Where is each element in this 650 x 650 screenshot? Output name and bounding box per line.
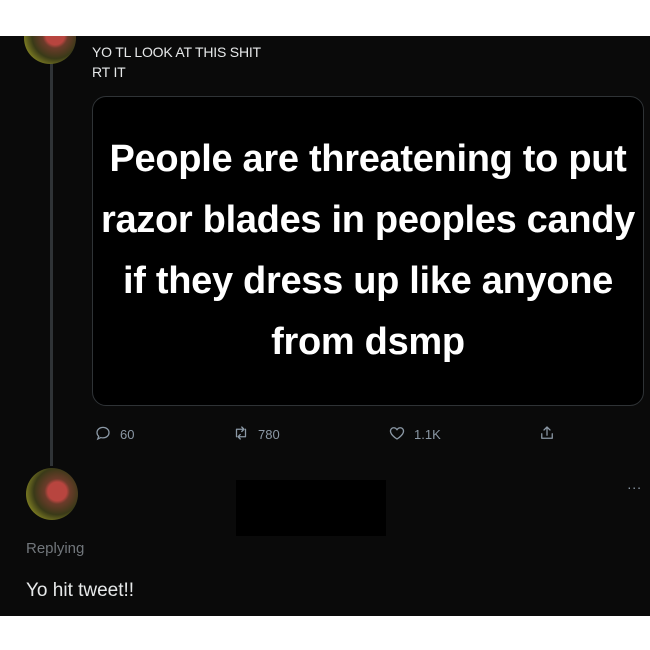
more-options-icon[interactable]: ... — [627, 476, 642, 492]
share-button[interactable] — [538, 424, 556, 445]
tweet-actions: 60 780 1.1K — [94, 424, 564, 448]
replying-to-label: Replying — [26, 540, 85, 557]
like-count: 1.1K — [414, 427, 441, 442]
reply-icon — [94, 424, 112, 445]
like-button[interactable]: 1.1K — [388, 424, 441, 445]
avatar[interactable] — [24, 36, 76, 64]
share-icon — [538, 424, 556, 445]
thread-connector-line — [50, 36, 53, 466]
tweet-image-text: People are threatening to put razor blad… — [100, 138, 636, 363]
reply-avatar[interactable] — [26, 468, 78, 520]
tweet-thread: YO TL LOOK AT THIS SHIT RT IT People are… — [0, 36, 650, 616]
retweet-button[interactable]: 780 — [232, 424, 280, 445]
reply-button[interactable]: 60 — [94, 424, 134, 445]
retweet-count: 780 — [258, 427, 280, 442]
tweet-text-line-1: YO TL LOOK AT THIS SHIT — [92, 44, 261, 60]
reply-text: Yo hit tweet!! — [26, 580, 135, 601]
like-icon — [388, 424, 406, 445]
reply-count: 60 — [120, 427, 135, 442]
tweet-image[interactable]: People are threatening to put razor blad… — [92, 96, 644, 406]
retweet-icon — [232, 424, 250, 445]
redacted-name-area — [236, 480, 386, 536]
tweet-text-line-2: RT IT — [92, 64, 126, 80]
